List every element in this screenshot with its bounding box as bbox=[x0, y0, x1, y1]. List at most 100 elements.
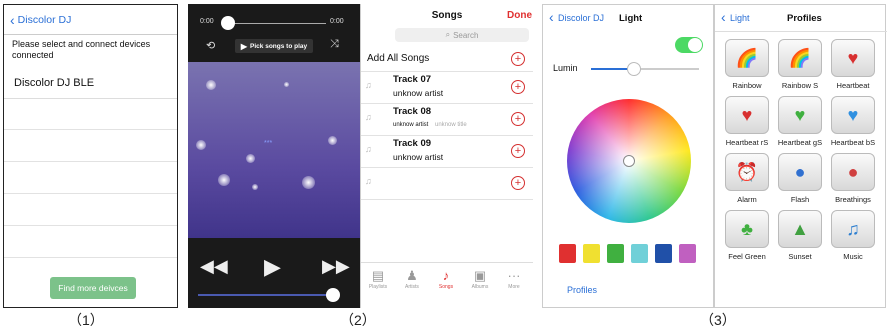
art-text: *** bbox=[264, 140, 273, 147]
swatch-yellow[interactable] bbox=[583, 244, 600, 263]
profile-breathing-button[interactable]: ● bbox=[831, 153, 875, 191]
play-icon[interactable]: ▶ bbox=[264, 254, 281, 280]
music-icon: ♫ bbox=[846, 218, 860, 239]
tab-artists[interactable]: ♟ Artists bbox=[397, 268, 427, 290]
tab-label: Playlists bbox=[368, 284, 388, 290]
power-toggle[interactable] bbox=[675, 37, 703, 53]
profile-label: Rainbow S bbox=[781, 81, 819, 90]
back-button[interactable]: Discolor DJ bbox=[18, 14, 72, 26]
search-icon: ⌕ bbox=[445, 30, 451, 39]
add-song-plus-icon[interactable]: + bbox=[511, 176, 525, 190]
music-player: 0:00 0:00 ⟲ ▶ Pick songs to play ⤨ *** ◀◀… bbox=[188, 4, 360, 308]
song-row[interactable]: ♫ Track 08 unknow artist unknow title + bbox=[361, 104, 533, 136]
song-row[interactable]: ♫ Track 09 unknow artist + bbox=[361, 136, 533, 168]
tab-playlists[interactable]: ▤ Playlists bbox=[363, 268, 393, 290]
artists-icon: ♟ bbox=[406, 268, 418, 283]
search-field[interactable]: ⌕ Search bbox=[395, 28, 529, 42]
search-placeholder: Search bbox=[453, 30, 479, 40]
profile-label: Heartbeat rS bbox=[725, 138, 769, 147]
back-chevron-icon[interactable]: ‹ bbox=[10, 12, 15, 28]
breathing-icon: ● bbox=[847, 161, 859, 182]
profile-label: Alarm bbox=[737, 195, 757, 204]
more-icon: ··· bbox=[507, 268, 521, 283]
lumin-thumb[interactable] bbox=[627, 62, 641, 76]
profiles-tab[interactable]: Profiles bbox=[567, 285, 597, 295]
progress-thumb[interactable] bbox=[221, 16, 235, 30]
profile-music-button[interactable]: ♫ bbox=[831, 210, 875, 248]
profile-heartbeat-green-button[interactable]: ♥ bbox=[778, 96, 822, 134]
profiles-screen: ‹ Light Profiles 🌈 Rainbow 🌈 Rainbow S ♥ Hear… bbox=[714, 4, 887, 308]
profile-label: Heartbeat bbox=[836, 81, 870, 90]
profile-label: Sunset bbox=[788, 252, 812, 261]
profile-heartbeat-blue-button[interactable]: ♥ bbox=[831, 96, 875, 134]
profile-label: Music bbox=[843, 252, 863, 261]
song-thumb-icon: ♫ bbox=[365, 80, 372, 90]
profile-flash-button[interactable]: ● bbox=[778, 153, 822, 191]
done-button[interactable]: Done bbox=[507, 10, 532, 21]
back-button[interactable]: Light bbox=[730, 13, 750, 23]
profile-label: Rainbow bbox=[732, 81, 762, 90]
device-list-item[interactable]: Discolor DJ BLE bbox=[4, 61, 177, 99]
progress-track[interactable] bbox=[222, 23, 326, 24]
elapsed-time: 0:00 bbox=[200, 18, 214, 25]
heartbeat-icon: ♥ bbox=[847, 47, 859, 68]
color-picker-handle[interactable] bbox=[623, 155, 635, 167]
add-all-row[interactable]: Add All Songs + bbox=[361, 44, 533, 72]
lumin-label: Lumin bbox=[553, 63, 578, 73]
swatch-cyan[interactable] bbox=[631, 244, 648, 263]
song-title: Track 09 bbox=[393, 138, 432, 149]
pick-songs-button[interactable]: ▶ Pick songs to play bbox=[235, 39, 313, 53]
songs-picker: Songs Done ⌕ Search Add All Songs + ♫ Tra… bbox=[360, 4, 533, 308]
profile-label: Flash bbox=[790, 195, 810, 204]
tab-more[interactable]: ··· More bbox=[499, 268, 529, 290]
swatch-green[interactable] bbox=[607, 244, 624, 263]
add-all-plus-icon[interactable]: + bbox=[511, 52, 525, 66]
rewind-icon[interactable]: ◀◀ bbox=[200, 256, 228, 277]
profile-heartbeat-red-button[interactable]: ♥ bbox=[725, 96, 769, 134]
add-song-plus-icon[interactable]: + bbox=[511, 144, 525, 158]
tab-label: Songs bbox=[438, 284, 454, 290]
swatch-red[interactable] bbox=[559, 244, 576, 263]
profile-label: Breathings bbox=[835, 195, 871, 204]
color-wheel[interactable] bbox=[567, 99, 691, 223]
repeat-icon[interactable]: ⟲ bbox=[206, 39, 215, 52]
forward-icon[interactable]: ▶▶ bbox=[322, 256, 350, 277]
song-title: Track 08 bbox=[393, 106, 432, 117]
shuffle-icon[interactable]: ⤨ bbox=[330, 38, 339, 51]
tab-albums[interactable]: ▣ Albums bbox=[465, 268, 495, 290]
song-thumb-icon: ♫ bbox=[365, 144, 372, 154]
song-row-empty[interactable]: ♫ + bbox=[361, 168, 533, 200]
songs-icon: ♪ bbox=[442, 268, 450, 283]
profile-feel-green-button[interactable]: ♣ bbox=[725, 210, 769, 248]
volume-thumb[interactable] bbox=[326, 288, 340, 302]
feel-green-icon: ♣ bbox=[741, 218, 753, 239]
swatch-blue[interactable] bbox=[655, 244, 672, 263]
volume-track[interactable] bbox=[198, 294, 338, 296]
back-button[interactable]: Discolor DJ bbox=[558, 13, 604, 23]
add-song-plus-icon[interactable]: + bbox=[511, 80, 525, 94]
profile-alarm-button[interactable]: ⏰ bbox=[725, 153, 769, 191]
playlists-icon: ▤ bbox=[371, 268, 385, 283]
song-row[interactable]: ♫ Track 07 unknow artist + bbox=[361, 72, 533, 104]
profile-heartbeat-button[interactable]: ♥ bbox=[831, 39, 875, 77]
profile-rainbow-sun-button[interactable]: 🌈 bbox=[778, 39, 822, 77]
profile-label: Heartbeat gS bbox=[777, 138, 823, 147]
find-more-devices-button[interactable]: Find more deivces bbox=[50, 277, 136, 299]
back-chevron-icon[interactable]: ‹ bbox=[549, 9, 554, 25]
play-small-icon: ▶ bbox=[240, 41, 248, 51]
tab-songs[interactable]: ♪ Songs bbox=[431, 268, 461, 290]
song-thumb-icon: ♫ bbox=[365, 112, 372, 122]
swatch-purple[interactable] bbox=[679, 244, 696, 263]
song-title: Track 07 bbox=[393, 74, 432, 85]
add-song-plus-icon[interactable]: + bbox=[511, 112, 525, 126]
profile-label: Feel Green bbox=[728, 252, 766, 261]
back-chevron-icon[interactable]: ‹ bbox=[721, 9, 726, 25]
add-all-label: Add All Songs bbox=[367, 53, 430, 64]
song-album: unknow title bbox=[435, 122, 467, 128]
profile-rainbow-button[interactable]: 🌈 bbox=[725, 39, 769, 77]
heartbeat-red-icon: ♥ bbox=[741, 104, 753, 125]
tab-label: More bbox=[508, 284, 520, 290]
light-screen: ‹ Discolor DJ Light Lumin Profiles bbox=[542, 4, 714, 308]
profile-sunset-button[interactable]: ▲ bbox=[778, 210, 822, 248]
flash-icon: ● bbox=[794, 161, 806, 182]
